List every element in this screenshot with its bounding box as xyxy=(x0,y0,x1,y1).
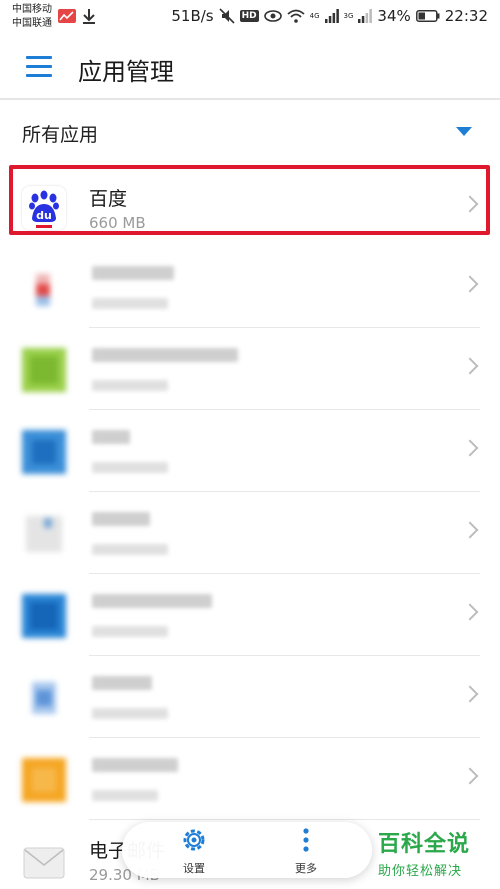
more-vertical-icon xyxy=(303,828,309,852)
chevron-right-icon xyxy=(461,521,479,539)
chevron-right-icon xyxy=(461,195,479,213)
carriers: 中国移动 中国联通 xyxy=(12,3,52,31)
app-item-blurred[interactable] xyxy=(0,738,500,820)
watermark-subtitle: 助你轻松解决 xyxy=(378,864,463,879)
eye-icon xyxy=(263,10,282,22)
watermark: 百科全说 助你轻松解决 xyxy=(378,826,496,879)
menu-icon-line xyxy=(26,65,52,68)
svg-text:du: du xyxy=(36,209,52,222)
signal-icon-1 xyxy=(324,9,339,23)
chevron-right-icon xyxy=(461,275,479,293)
blurred-text xyxy=(92,512,150,526)
blurred-app-icon xyxy=(22,430,66,474)
gear-icon xyxy=(183,829,205,851)
blurred-app-icon xyxy=(22,348,66,392)
app-filter-dropdown[interactable]: 所有应用 xyxy=(0,102,500,160)
blurred-text xyxy=(92,348,238,362)
app-item-blurred[interactable] xyxy=(0,574,500,656)
chevron-right-icon xyxy=(461,439,479,457)
app-item-blurred[interactable] xyxy=(0,492,500,574)
signal-icon-2 xyxy=(358,9,373,23)
app-item-blurred[interactable] xyxy=(0,246,500,328)
status-bar: 中国移动 中国联通 51B/s HD 4G 3G 34% 22:32 xyxy=(0,0,500,34)
page-title: 应用管理 xyxy=(78,58,174,86)
blurred-text xyxy=(92,594,212,608)
blurred-text xyxy=(92,266,174,280)
blurred-text xyxy=(92,430,130,444)
battery-icon xyxy=(415,10,440,22)
settings-label: 设置 xyxy=(183,862,205,875)
blurred-text xyxy=(92,758,178,772)
net-speed: 51B/s xyxy=(171,7,214,25)
net-4g-label: 4G xyxy=(309,12,320,20)
settings-button[interactable]: 设置 xyxy=(164,826,224,876)
bottom-action-bar: 设置 更多 xyxy=(122,822,372,878)
blurred-app-icon xyxy=(22,594,66,638)
blurred-text xyxy=(92,380,168,391)
app-bar: 应用管理 xyxy=(0,34,500,100)
chevron-right-icon xyxy=(461,603,479,621)
watermark-title: 百科全说 xyxy=(378,832,471,857)
dropdown-arrow-icon[interactable] xyxy=(456,127,472,136)
baidu-app-icon: du xyxy=(22,186,66,230)
stock-chart-icon xyxy=(58,9,76,23)
blurred-text xyxy=(92,298,168,309)
chevron-right-icon xyxy=(461,685,479,703)
blurred-text xyxy=(92,544,168,555)
blurred-app-icon xyxy=(22,676,66,720)
status-left-icons xyxy=(58,8,96,24)
blurred-text xyxy=(92,462,168,473)
filter-label: 所有应用 xyxy=(22,124,99,146)
blurred-app-icon xyxy=(22,512,66,556)
blurred-text xyxy=(92,708,168,719)
battery-percent: 34% xyxy=(377,7,411,25)
menu-icon-line xyxy=(26,56,52,59)
hd-icon: HD xyxy=(239,10,259,22)
clock: 22:32 xyxy=(444,7,488,25)
download-icon xyxy=(83,9,95,24)
app-item-blurred[interactable] xyxy=(0,410,500,492)
app-item-blurred[interactable] xyxy=(0,656,500,738)
app-name: 百度 xyxy=(89,188,128,210)
app-item-baidu[interactable]: du 百度 660 MB xyxy=(0,166,500,248)
carrier-2: 中国联通 xyxy=(12,18,52,29)
app-item-blurred[interactable] xyxy=(0,328,500,410)
mute-icon xyxy=(219,8,235,24)
net-3g-label: 3G xyxy=(343,12,354,20)
blurred-text xyxy=(92,790,158,801)
more-label: 更多 xyxy=(295,862,317,875)
more-button[interactable]: 更多 xyxy=(276,826,336,876)
blurred-app-icon xyxy=(22,758,66,802)
menu-button[interactable] xyxy=(26,56,52,78)
chevron-right-icon xyxy=(461,767,479,785)
chevron-right-icon xyxy=(461,357,479,375)
blurred-text xyxy=(92,626,168,637)
blurred-text xyxy=(92,676,152,690)
status-right: 51B/s HD 4G 3G 34% 22:32 xyxy=(171,7,488,25)
carrier-1: 中国移动 xyxy=(12,4,52,15)
email-app-icon xyxy=(22,840,66,884)
wifi-icon xyxy=(287,9,305,23)
app-size: 660 MB xyxy=(89,214,146,232)
blurred-app-icon xyxy=(22,266,66,310)
menu-icon-line xyxy=(26,74,52,77)
